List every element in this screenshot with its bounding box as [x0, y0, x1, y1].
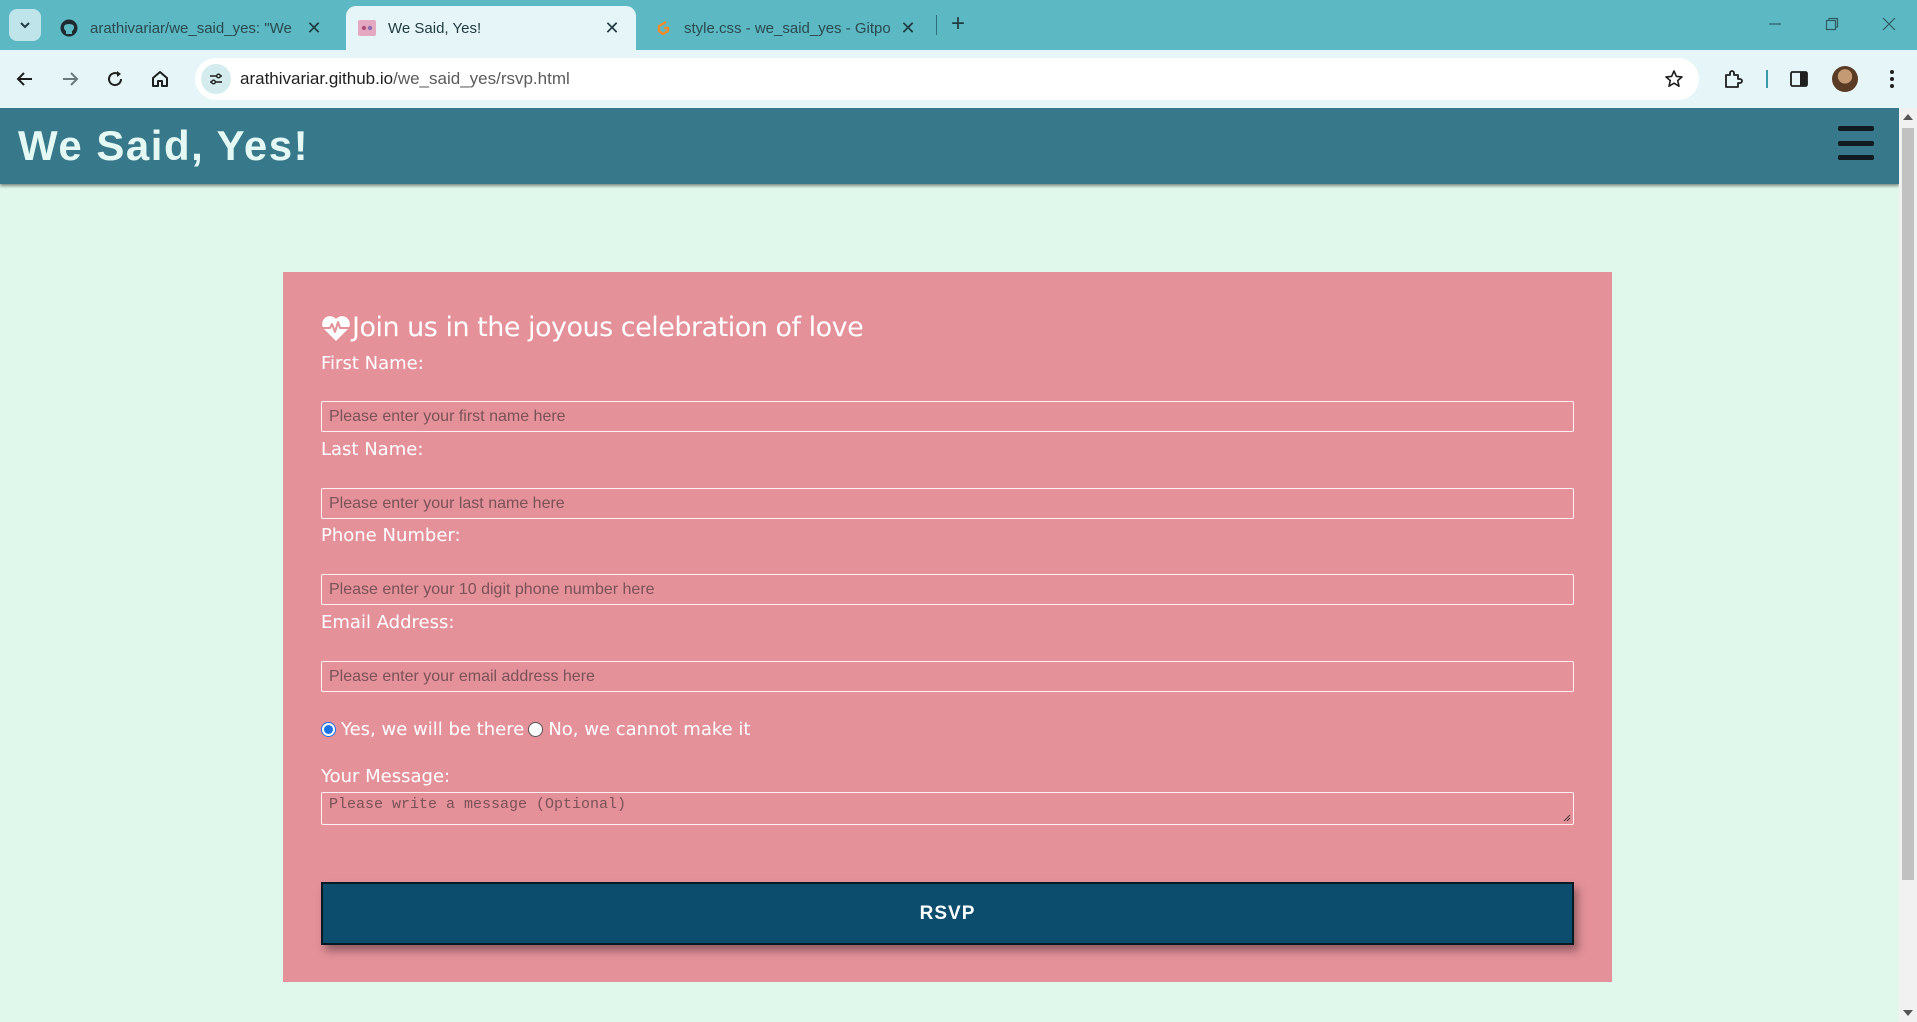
attend-no-radio[interactable] — [528, 722, 544, 737]
more-vertical-icon — [1890, 70, 1894, 88]
url-domain: arathivariar.github.io — [240, 69, 394, 88]
gitpod-icon — [654, 19, 672, 37]
rsvp-form: Join us in the joyous celebration of lov… — [283, 272, 1612, 982]
page-scrollbar[interactable] — [1899, 108, 1917, 1022]
heartbeat-icon — [322, 315, 350, 341]
close-icon[interactable]: ✕ — [304, 18, 324, 38]
restore-icon — [1825, 17, 1839, 31]
tab-we-said-yes[interactable]: We Said, Yes! ✕ — [346, 6, 636, 50]
browser-toolbar: arathivariar.github.io/we_said_yes/rsvp.… — [0, 50, 1917, 108]
phone-placeholder: Please enter your 10 digit phone number … — [329, 581, 655, 598]
tab-title: arathivariar/we_said_yes: "We S — [90, 19, 296, 37]
chevron-down-icon — [20, 22, 30, 29]
form-heading-text: Join us in the joyous celebration of lov… — [352, 312, 864, 343]
first-name-placeholder: Please enter your first name here — [329, 408, 566, 425]
reload-button[interactable] — [99, 63, 131, 95]
scrollbar-thumb[interactable] — [1902, 128, 1914, 880]
restore-button[interactable] — [1809, 6, 1855, 42]
close-icon[interactable]: ✕ — [602, 18, 622, 38]
star-icon — [1665, 70, 1683, 87]
email-placeholder: Please enter your email address here — [329, 668, 595, 685]
back-button[interactable] — [9, 63, 41, 95]
forward-button[interactable] — [54, 63, 86, 95]
first-name-label: First Name: — [321, 353, 424, 374]
last-name-label: Last Name: — [321, 439, 424, 460]
site-icon — [358, 19, 376, 37]
close-icon[interactable]: ✕ — [898, 18, 918, 38]
tab-search-button[interactable] — [9, 9, 41, 41]
hamburger-menu-icon[interactable] — [1838, 126, 1874, 160]
form-heading: Join us in the joyous celebration of lov… — [321, 312, 864, 343]
toolbar-divider — [1766, 70, 1768, 88]
email-label: Email Address: — [321, 612, 455, 633]
plus-icon: + — [950, 10, 965, 37]
site-info-button[interactable] — [201, 64, 231, 94]
puzzle-icon — [1725, 70, 1743, 88]
tune-icon — [210, 73, 222, 85]
close-icon — [1882, 17, 1896, 31]
home-icon — [152, 71, 168, 87]
close-window-button[interactable] — [1866, 6, 1912, 42]
arrow-left-icon — [16, 72, 32, 86]
url-text: arathivariar.github.io/we_said_yes/rsvp.… — [240, 69, 570, 89]
arrow-right-icon — [63, 72, 79, 86]
email-input[interactable]: Please enter your email address here — [321, 661, 1574, 692]
page-viewport: We Said, Yes! Join us in the joyous cele… — [0, 108, 1899, 1022]
tab-title: We Said, Yes! — [388, 19, 482, 37]
attend-no-label[interactable]: No, we cannot make it — [548, 719, 750, 740]
rsvp-submit-button[interactable]: RSVP — [321, 882, 1574, 945]
url-path: /we_said_yes/rsvp.html — [393, 69, 570, 88]
attend-yes-label[interactable]: Yes, we will be there — [341, 719, 524, 740]
new-tab-button[interactable]: + — [944, 10, 972, 38]
tab-gitpod[interactable]: style.css - we_said_yes - Gitpod ✕ — [642, 6, 932, 50]
phone-label: Phone Number: — [321, 525, 461, 546]
attend-yes-radio[interactable] — [321, 722, 336, 737]
tab-strip: arathivariar/we_said_yes: "We S ✕ We Sai… — [0, 0, 1917, 50]
profile-avatar[interactable] — [1832, 66, 1858, 92]
side-panel-icon — [1790, 71, 1808, 87]
tab-github[interactable]: arathivariar/we_said_yes: "We S ✕ — [48, 6, 338, 50]
message-label: Your Message: — [321, 766, 451, 787]
message-textarea[interactable]: Please write a message (Optional) — [321, 792, 1574, 825]
minimize-button[interactable] — [1752, 6, 1798, 42]
phone-input[interactable]: Please enter your 10 digit phone number … — [321, 574, 1574, 605]
last-name-input[interactable]: Please enter your last name here — [321, 488, 1574, 519]
last-name-placeholder: Please enter your last name here — [329, 495, 565, 512]
message-placeholder: Please write a message (Optional) — [329, 796, 627, 813]
menu-button[interactable] — [1876, 63, 1908, 95]
scroll-down-arrow-icon[interactable] — [1903, 1010, 1913, 1016]
tab-title: style.css - we_said_yes - Gitpod — [684, 19, 890, 37]
home-button[interactable] — [144, 63, 176, 95]
site-brand[interactable]: We Said, Yes! — [18, 122, 309, 170]
site-header: We Said, Yes! — [0, 108, 1899, 184]
tab-separator — [936, 15, 937, 35]
reload-icon — [108, 71, 123, 87]
scroll-up-arrow-icon[interactable] — [1903, 114, 1913, 120]
extensions-button[interactable] — [1717, 63, 1749, 95]
attendance-options: Yes, we will be there No, we cannot make… — [321, 719, 751, 740]
side-panel-button[interactable] — [1783, 63, 1815, 95]
resize-handle-icon[interactable] — [1561, 812, 1571, 822]
bookmark-button[interactable] — [1661, 66, 1687, 92]
github-icon — [60, 19, 78, 37]
first-name-input[interactable]: Please enter your first name here — [321, 401, 1574, 432]
address-bar[interactable]: arathivariar.github.io/we_said_yes/rsvp.… — [195, 58, 1699, 100]
minimize-icon — [1769, 23, 1781, 25]
